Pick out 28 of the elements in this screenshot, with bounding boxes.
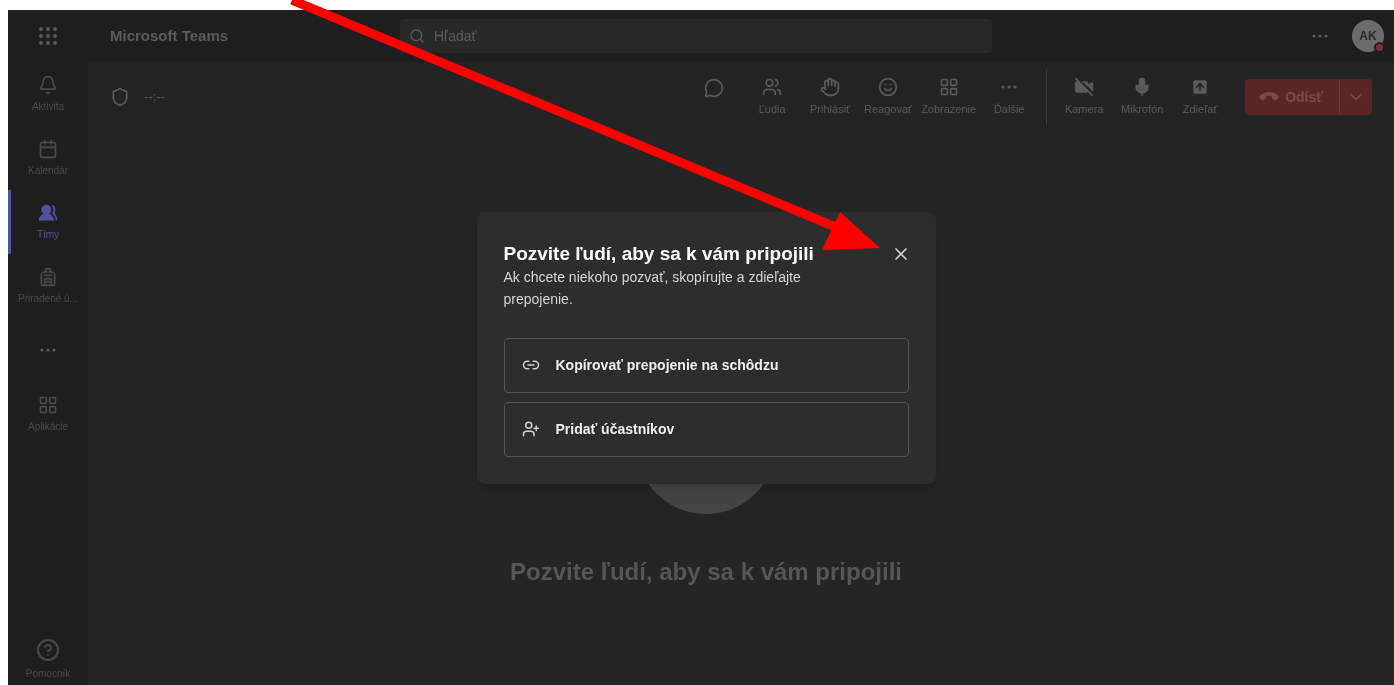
people-icon xyxy=(762,76,783,97)
dialog-action-button[interactable]: Pridať účastníkov xyxy=(503,401,909,457)
people-group-icon xyxy=(38,202,58,223)
shield-icon xyxy=(110,87,130,107)
app-title: Microsoft Teams xyxy=(110,25,230,46)
hand-icon xyxy=(820,76,841,97)
dialog-action-button[interactable]: Kopírovať prepojenie na schôdzu xyxy=(503,337,909,393)
bell-icon xyxy=(38,74,58,95)
rail-item[interactable]: Tímy xyxy=(8,190,88,254)
calendar-icon xyxy=(38,138,58,159)
avatar[interactable]: AK xyxy=(1352,20,1384,52)
app-launcher-icon[interactable] xyxy=(36,24,60,48)
backpack-icon xyxy=(38,266,58,287)
search-icon xyxy=(409,28,425,44)
help-icon xyxy=(36,638,60,662)
status-icon xyxy=(1374,42,1385,53)
more-icon xyxy=(1001,84,1018,89)
grid-icon xyxy=(938,76,959,97)
chat-icon xyxy=(704,77,725,98)
more-icon[interactable] xyxy=(1312,34,1328,38)
call-timer: --:-- xyxy=(144,88,165,107)
dialog-message: Ak chcete niekoho pozvať, skopírujte a zdieľajte prepojenie. xyxy=(503,267,802,309)
add-person-icon xyxy=(521,420,540,439)
camera-off-icon xyxy=(1074,76,1095,97)
smiley-icon xyxy=(878,76,899,97)
dialog-title: Pozvite ľudí, aby sa k vám pripojili xyxy=(503,242,815,266)
apps-icon xyxy=(38,394,58,415)
more-icon[interactable] xyxy=(40,348,56,352)
